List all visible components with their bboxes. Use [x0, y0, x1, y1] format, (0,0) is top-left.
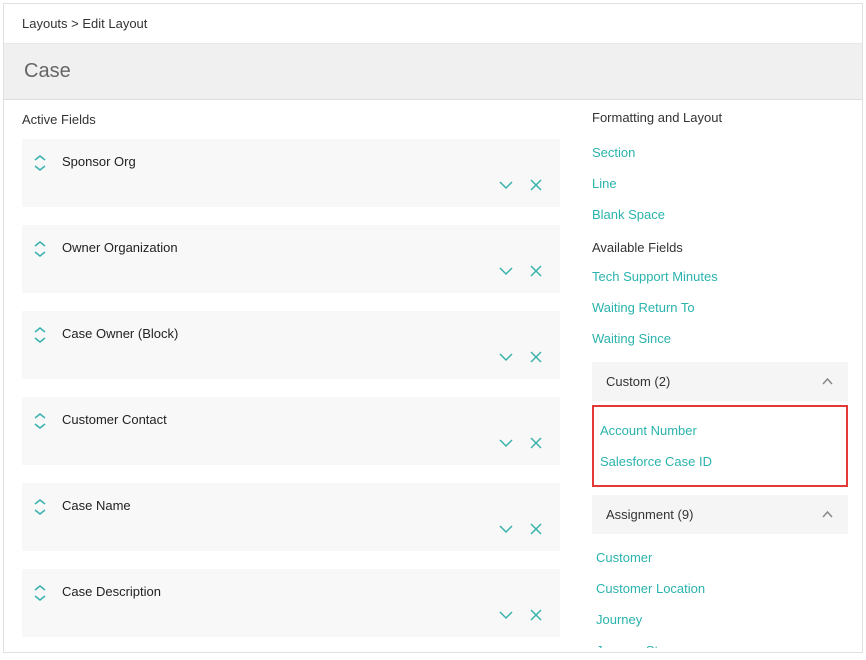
content-area: Active Fields Sponsor Org Owner Organizat… — [4, 100, 862, 648]
available-field-item[interactable]: Customer — [596, 542, 848, 573]
field-card[interactable]: Owner Organization — [22, 225, 560, 293]
field-card[interactable]: Case Owner (Block) — [22, 311, 560, 379]
expand-icon[interactable] — [498, 349, 514, 365]
available-field-item[interactable]: Waiting Return To — [592, 292, 848, 323]
field-card[interactable]: Case Name — [22, 483, 560, 551]
formatting-item[interactable]: Blank Space — [592, 199, 848, 230]
field-actions — [498, 521, 544, 537]
field-actions — [498, 349, 544, 365]
breadcrumb[interactable]: Layouts > Edit Layout — [4, 4, 862, 44]
drag-handle-icon[interactable] — [32, 241, 48, 257]
field-card[interactable]: Case Description — [22, 569, 560, 637]
available-field-item[interactable]: Waiting Since — [592, 323, 848, 354]
expand-icon[interactable] — [498, 263, 514, 279]
field-card[interactable]: Customer Contact — [22, 397, 560, 465]
drag-handle-icon[interactable] — [32, 585, 48, 601]
expand-icon[interactable] — [498, 435, 514, 451]
available-fields-heading: Available Fields — [592, 240, 848, 255]
available-field-item[interactable]: Tech Support Minutes — [592, 261, 848, 292]
field-label: Case Description — [62, 583, 498, 599]
active-fields-heading: Active Fields — [22, 112, 560, 127]
page-container: Layouts > Edit Layout Case Active Fields… — [3, 3, 863, 653]
drag-handle-icon[interactable] — [32, 327, 48, 343]
drag-handle-icon[interactable] — [32, 499, 48, 515]
active-fields-panel: Active Fields Sponsor Org Owner Organizat… — [4, 100, 578, 648]
page-title: Case — [24, 60, 842, 83]
available-field-item[interactable]: Salesforce Case ID — [600, 446, 840, 477]
group-label: Assignment (9) — [606, 507, 693, 522]
field-actions — [498, 607, 544, 623]
field-label: Case Name — [62, 497, 498, 513]
remove-icon[interactable] — [528, 349, 544, 365]
expand-icon[interactable] — [498, 177, 514, 193]
formatting-heading: Formatting and Layout — [592, 110, 848, 125]
field-label: Sponsor Org — [62, 153, 498, 169]
group-items: CustomerCustomer LocationJourneyJourney … — [592, 542, 848, 648]
header-bar: Case — [4, 44, 862, 100]
remove-icon[interactable] — [528, 521, 544, 537]
group-header[interactable]: Custom (2) — [592, 362, 848, 401]
field-actions — [498, 263, 544, 279]
field-actions — [498, 435, 544, 451]
available-field-item[interactable]: Account Number — [600, 415, 840, 446]
field-label: Case Owner (Block) — [62, 325, 498, 341]
formatting-item[interactable]: Section — [592, 137, 848, 168]
expand-icon[interactable] — [498, 607, 514, 623]
field-label: Owner Organization — [62, 239, 498, 255]
formatting-item[interactable]: Line — [592, 168, 848, 199]
chevron-up-icon[interactable] — [821, 377, 834, 386]
available-panel: Formatting and Layout SectionLineBlank S… — [578, 100, 862, 648]
drag-handle-icon[interactable] — [32, 413, 48, 429]
group-header[interactable]: Assignment (9) — [592, 495, 848, 534]
available-field-item[interactable]: Journey — [596, 604, 848, 635]
remove-icon[interactable] — [528, 435, 544, 451]
field-card[interactable]: Sponsor Org — [22, 139, 560, 207]
field-label: Customer Contact — [62, 411, 498, 427]
available-field-item[interactable]: Customer Location — [596, 573, 848, 604]
remove-icon[interactable] — [528, 263, 544, 279]
chevron-up-icon[interactable] — [821, 510, 834, 519]
drag-handle-icon[interactable] — [32, 155, 48, 171]
remove-icon[interactable] — [528, 177, 544, 193]
field-actions — [498, 177, 544, 193]
remove-icon[interactable] — [528, 607, 544, 623]
available-field-item[interactable]: Journey Stage — [596, 635, 848, 648]
group-items-highlighted: Account NumberSalesforce Case ID — [592, 405, 848, 487]
expand-icon[interactable] — [498, 521, 514, 537]
group-label: Custom (2) — [606, 374, 670, 389]
